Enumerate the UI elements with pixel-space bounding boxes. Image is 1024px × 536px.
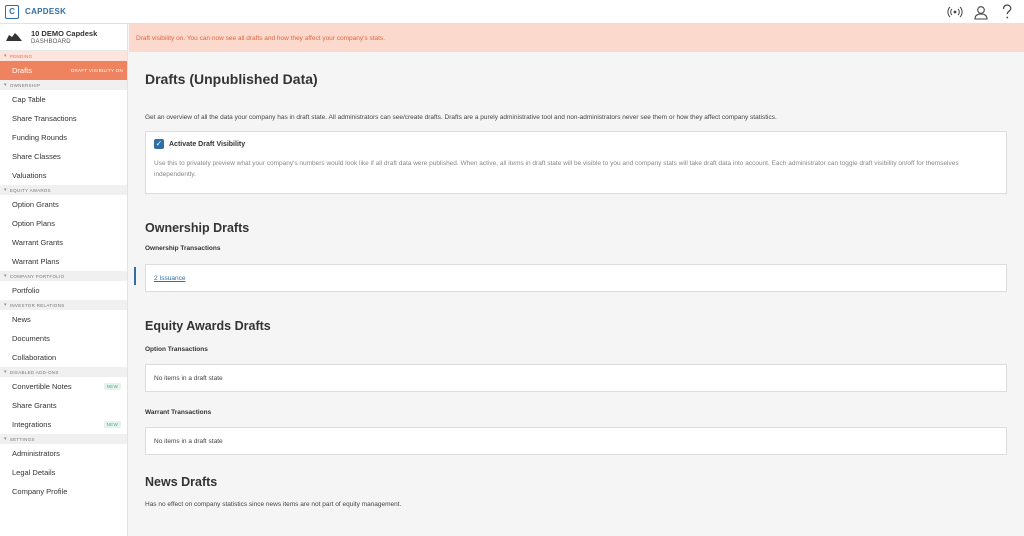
chevron-down-icon: ▾ — [4, 187, 7, 193]
news-drafts-note: Has no effect on company statistics sinc… — [145, 501, 402, 508]
sidebar-item-legal-details[interactable]: Legal Details — [0, 463, 127, 482]
company-name: 10 DEMO Capdesk — [31, 28, 98, 38]
sidebar-item-share-classes[interactable]: Share Classes — [0, 147, 127, 166]
option-transactions-subtitle: Option Transactions — [145, 346, 208, 353]
sidebar-item-warrant-grants[interactable]: Warrant Grants — [0, 233, 127, 252]
sidebar-section-investor-relations[interactable]: ▾ INVESTOR RELATIONS — [0, 300, 127, 310]
sidebar-section-ownership[interactable]: ▾ OWNERSHIP — [0, 80, 127, 90]
equity-awards-drafts-title: Equity Awards Drafts — [145, 319, 271, 333]
sidebar-item-funding-rounds[interactable]: Funding Rounds — [0, 128, 127, 147]
warrant-transactions-empty: No items in a draft state — [145, 427, 1007, 455]
chevron-down-icon: ▾ — [4, 369, 7, 375]
sidebar-item-administrators[interactable]: Administrators — [0, 444, 127, 463]
top-bar: C CAPDESK — [0, 0, 1024, 24]
sidebar-item-option-plans[interactable]: Option Plans — [0, 214, 127, 233]
user-icon[interactable] — [972, 2, 990, 22]
ownership-drafts-box: 2 Issuance — [134, 264, 1007, 292]
company-subtitle: DASHBOARD — [31, 38, 71, 45]
new-badge: NEW — [103, 383, 121, 390]
broadcast-icon[interactable] — [946, 2, 964, 22]
header-icons — [946, 2, 1016, 22]
sidebar-section-disabled-addons[interactable]: ▾ DISABLED ADD-ONS — [0, 367, 127, 377]
chevron-down-icon: ▾ — [4, 302, 7, 308]
sidebar-section-company-portfolio[interactable]: ▾ COMPANY PORTFOLIO — [0, 271, 127, 281]
sidebar: 10 DEMO Capdesk DASHBOARD ▾ PENDING Draft… — [0, 24, 128, 536]
draft-visibility-description: Use this to privately preview what your … — [154, 160, 959, 178]
sidebar-item-documents[interactable]: Documents — [0, 329, 127, 348]
ownership-drafts-title: Ownership Drafts — [145, 221, 250, 235]
draft-visibility-label[interactable]: Activate Draft Visibility — [169, 141, 245, 148]
page-intro: Get an overview of all the data your com… — [145, 114, 777, 121]
chevron-down-icon: ▾ — [4, 53, 7, 59]
issuance-link[interactable]: 2 Issuance — [154, 275, 185, 282]
capdesk-logo-icon[interactable]: C — [5, 4, 19, 19]
sidebar-item-integrations[interactable]: Integrations NEW — [0, 415, 127, 434]
help-icon[interactable] — [998, 2, 1016, 22]
brand[interactable]: C CAPDESK — [0, 4, 66, 19]
draft-visibility-banner: Draft visibility on. You can now see all… — [129, 24, 1024, 52]
sidebar-item-valuations[interactable]: Valuations — [0, 166, 127, 185]
sidebar-section-settings[interactable]: ▾ SETTINGS — [0, 434, 127, 444]
ownership-transactions-subtitle: Ownership Transactions — [145, 245, 221, 252]
news-drafts-title: News Drafts — [145, 475, 218, 489]
company-switcher[interactable]: 10 DEMO Capdesk DASHBOARD — [0, 24, 127, 51]
draft-visibility-checkbox[interactable]: ✓ — [154, 139, 164, 149]
sidebar-item-option-grants[interactable]: Option Grants — [0, 195, 127, 214]
option-transactions-empty: No items in a draft state — [145, 364, 1007, 392]
chevron-down-icon: ▾ — [4, 273, 7, 279]
sidebar-section-equity-awards[interactable]: ▾ EQUITY AWARDS — [0, 185, 127, 195]
company-logo-icon — [6, 33, 22, 41]
sidebar-item-company-profile[interactable]: Company Profile — [0, 482, 127, 501]
sidebar-section-pending[interactable]: ▾ PENDING — [0, 51, 127, 61]
page-title: Drafts (Unpublished Data) — [145, 71, 318, 87]
app-name[interactable]: CAPDESK — [25, 7, 66, 16]
sidebar-item-cap-table[interactable]: Cap Table — [0, 90, 127, 109]
sidebar-item-news[interactable]: News — [0, 310, 127, 329]
sidebar-item-portfolio[interactable]: Portfolio — [0, 281, 127, 300]
draft-visibility-tag: DRAFT VISIBILITY ON — [70, 68, 123, 73]
sidebar-item-share-grants[interactable]: Share Grants — [0, 396, 127, 415]
chevron-down-icon: ▾ — [4, 82, 7, 88]
new-badge: NEW — [103, 421, 121, 428]
sidebar-item-collaboration[interactable]: Collaboration — [0, 348, 127, 367]
sidebar-item-convertible-notes[interactable]: Convertible Notes NEW — [0, 377, 127, 396]
warrant-transactions-subtitle: Warrant Transactions — [145, 409, 212, 416]
accent-bar — [134, 267, 136, 285]
draft-visibility-card: ✓ Activate Draft Visibility Use this to … — [145, 131, 1007, 194]
sidebar-item-drafts[interactable]: Drafts DRAFT VISIBILITY ON — [0, 61, 127, 80]
sidebar-item-share-transactions[interactable]: Share Transactions — [0, 109, 127, 128]
chevron-down-icon: ▾ — [4, 436, 7, 442]
sidebar-item-warrant-plans[interactable]: Warrant Plans — [0, 252, 127, 271]
main-content: Draft visibility on. You can now see all… — [129, 24, 1024, 536]
